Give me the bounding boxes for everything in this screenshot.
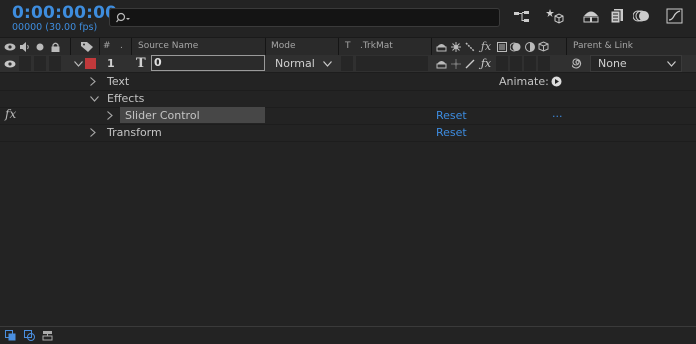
chevron-down-icon[interactable]	[89, 94, 100, 103]
lock-icon[interactable]	[49, 40, 61, 53]
column-mode: Mode	[271, 41, 296, 51]
column-header-bar: # . Source Name Mode T .TrkMat ƒx Parent…	[0, 37, 696, 56]
text-group-label: Text	[107, 75, 130, 88]
blend-mode-dropdown[interactable]: Normal	[270, 55, 336, 72]
parent-link-dropdown[interactable]: None	[590, 55, 682, 72]
motion-blur-icon[interactable]	[633, 8, 651, 24]
lock-toggle-cell[interactable]	[49, 56, 61, 71]
column-trkmat: .TrkMat	[360, 41, 393, 51]
layer-visibility-eye-icon[interactable]	[4, 57, 16, 70]
chevron-down-icon	[322, 58, 332, 69]
label-tag-icon[interactable]	[80, 40, 94, 53]
graph-editor-icon[interactable]	[666, 8, 684, 24]
effects-fx-icon: ƒx	[480, 39, 492, 53]
adjustment-layer-switch-icon	[524, 40, 535, 53]
slider-control-label[interactable]: Slider Control	[125, 109, 200, 122]
layer-collapse-switch-icon[interactable]	[450, 57, 461, 70]
transform-property-row[interactable]: Transform Reset	[0, 124, 696, 142]
transform-group-label: Transform	[107, 126, 162, 139]
motion-blur-switch-icon	[510, 40, 521, 53]
trkmat-cell[interactable]	[341, 56, 353, 71]
layer-3d-cell[interactable]	[538, 56, 550, 71]
hide-shy-layers-icon[interactable]	[582, 8, 600, 24]
effect-options-ellipsis-link[interactable]: ...	[552, 107, 563, 120]
text-property-row[interactable]: Text Animate:	[0, 73, 696, 91]
layer-shy-switch-icon[interactable]	[436, 57, 447, 70]
layer-frame-blend-cell[interactable]	[496, 56, 508, 71]
blend-mode-value: Normal	[275, 57, 315, 70]
parent-link-value: None	[598, 57, 627, 70]
column-t: T	[345, 41, 351, 51]
transfer-controls-toggle-icon[interactable]	[23, 329, 35, 341]
layer-name-value: 0	[154, 56, 162, 69]
composition-mini-flowchart-icon[interactable]	[513, 9, 531, 25]
reset-slider-control-link[interactable]: Reset	[436, 109, 467, 122]
column-parent-link: Parent & Link	[573, 41, 633, 51]
audio-speaker-icon[interactable]	[19, 40, 31, 53]
layer-motion-blur-cell[interactable]	[510, 56, 522, 71]
layer-effects-fx-icon[interactable]: ƒx	[479, 56, 493, 70]
timeline-bottom-bar	[0, 326, 696, 344]
layer-switches-toggle-icon[interactable]	[4, 329, 16, 341]
column-hash: #	[103, 41, 111, 51]
column-source-name[interactable]: Source Name	[138, 41, 198, 51]
audio-toggle-cell[interactable]	[19, 56, 31, 71]
chevron-right-icon[interactable]	[89, 76, 97, 87]
effect-fx-toggle-icon[interactable]: fx	[5, 107, 16, 121]
effects-group-label: Effects	[107, 92, 145, 105]
chevron-right-icon[interactable]	[89, 127, 97, 138]
search-icon	[116, 10, 132, 25]
quality-switch-icon	[464, 40, 475, 53]
current-time-display[interactable]: 0:00:00:00	[12, 3, 117, 23]
trkmat-dropdown[interactable]	[356, 56, 428, 71]
frame-blend-switch-icon	[496, 40, 507, 53]
reset-transform-link[interactable]: Reset	[436, 126, 467, 139]
effects-property-row[interactable]: Effects	[0, 90, 696, 108]
parent-pick-whip-icon[interactable]	[571, 57, 584, 70]
slider-control-effect-row[interactable]: fx Slider Control Reset ...	[0, 107, 696, 125]
layer-adjustment-cell[interactable]	[524, 56, 536, 71]
text-layer-type-icon: T	[136, 56, 146, 71]
collapse-switch-icon	[450, 40, 461, 53]
3d-layer-switch-icon	[538, 40, 549, 53]
animate-label[interactable]: Animate:	[499, 75, 549, 88]
video-eye-icon[interactable]	[4, 40, 16, 53]
in-out-duration-toggle-icon[interactable]	[41, 329, 53, 341]
search-field[interactable]	[134, 9, 494, 26]
layer-index: 1	[107, 57, 115, 70]
chevron-down-icon	[666, 58, 676, 69]
layer-name-edit-field[interactable]: 0	[151, 55, 265, 71]
frame-blending-icon[interactable]	[608, 8, 626, 24]
layer-label-color[interactable]	[85, 58, 96, 69]
frame-rate-display: 00000 (30.00 fps)	[12, 22, 98, 33]
shy-switch-icon	[436, 40, 447, 53]
chevron-right-icon[interactable]	[106, 110, 114, 121]
draft-3d-icon[interactable]	[546, 8, 564, 25]
animate-menu-play-icon[interactable]	[550, 75, 562, 87]
expand-layer-chevron-icon[interactable]	[72, 57, 84, 70]
layer-search-input[interactable]	[109, 8, 500, 27]
solo-toggle-cell[interactable]	[34, 56, 46, 71]
layer-quality-switch-icon[interactable]	[464, 57, 475, 70]
column-dot: .	[120, 41, 123, 51]
solo-dot-icon[interactable]	[35, 40, 45, 53]
